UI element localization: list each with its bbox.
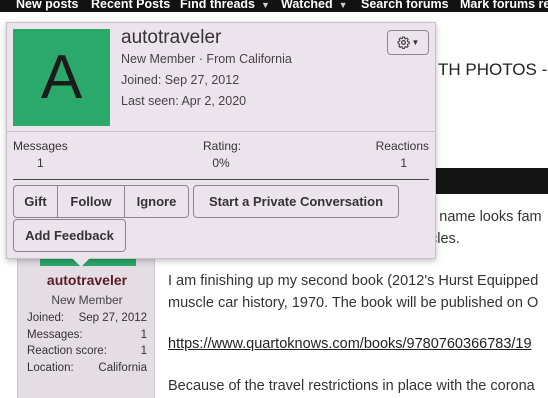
chevron-down-icon: ▼ bbox=[261, 0, 270, 10]
stat-value: California bbox=[98, 361, 147, 374]
ignore-button[interactable]: Ignore bbox=[124, 185, 189, 218]
nav-recent-posts[interactable]: Recent Posts bbox=[91, 0, 170, 12]
divider bbox=[7, 131, 435, 132]
nav-mark-forums-read[interactable]: Mark forums re bbox=[460, 0, 548, 12]
stat-row: Messages: 1 bbox=[27, 329, 147, 346]
start-private-conversation-button[interactable]: Start a Private Conversation bbox=[193, 185, 399, 218]
post-link[interactable]: https://www.quartoknows.com/books/978076… bbox=[168, 333, 532, 355]
add-feedback-button[interactable]: Add Feedback bbox=[13, 219, 126, 252]
stat-row: Joined: Sep 27, 2012 bbox=[27, 312, 147, 329]
user-options-button[interactable]: ▼ bbox=[387, 30, 429, 55]
post-line: Because of the travel restrictions in pl… bbox=[168, 378, 535, 394]
nav-search-forums[interactable]: Search forums bbox=[361, 0, 449, 12]
stat-value: Sep 27, 2012 bbox=[78, 312, 147, 324]
tooltip-joined: Joined: Sep 27, 2012 bbox=[121, 73, 240, 87]
messages-stat: Messages 1 bbox=[13, 139, 68, 170]
stat-label: Reaction score: bbox=[27, 345, 107, 357]
reactions-stat: Reactions 1 bbox=[367, 139, 429, 170]
thread-title: TH PHOTOS -- bbox=[438, 60, 548, 79]
nav-find-threads[interactable]: Find threads ▼ bbox=[180, 0, 270, 12]
nav-watched-label: Watched bbox=[281, 0, 333, 11]
gift-button[interactable]: Gift bbox=[13, 185, 58, 218]
nav-find-threads-label: Find threads bbox=[180, 0, 256, 11]
tooltip-arrow bbox=[72, 258, 90, 267]
sidebar-username[interactable]: autotraveler bbox=[18, 272, 156, 288]
post-user-sidebar: autotraveler New Member Joined: Sep 27, … bbox=[17, 258, 155, 398]
post-line: y name looks fam bbox=[428, 209, 542, 225]
reactions-value: 1 bbox=[400, 156, 407, 170]
tooltip-user-title: New Member · From California bbox=[121, 52, 292, 66]
chevron-down-icon: ▼ bbox=[411, 38, 420, 47]
rating-label: Rating: bbox=[203, 139, 242, 153]
nav-watched[interactable]: Watched ▼ bbox=[281, 0, 348, 12]
stat-value: 1 bbox=[140, 345, 147, 357]
avatar-letter: A bbox=[40, 42, 83, 112]
rating-stat: Rating: 0% bbox=[203, 139, 242, 170]
member-tooltip: A autotraveler New Member · From Califor… bbox=[6, 22, 436, 259]
divider bbox=[13, 179, 429, 180]
stat-row: Reaction score: 1 bbox=[27, 345, 147, 362]
follow-button[interactable]: Follow bbox=[57, 185, 125, 218]
nav-new-posts[interactable]: New posts bbox=[16, 0, 79, 12]
tooltip-last-seen: Last seen: Apr 2, 2020 bbox=[121, 94, 247, 108]
stat-value: 1 bbox=[140, 328, 147, 341]
chevron-down-icon: ▼ bbox=[338, 0, 348, 10]
messages-label: Messages bbox=[13, 139, 68, 153]
stat-label: Joined: bbox=[27, 312, 65, 324]
tooltip-username[interactable]: autotraveler bbox=[121, 27, 221, 49]
post-line: muscle car history, 1970. The book will … bbox=[168, 295, 539, 311]
rating-value: 0% bbox=[212, 156, 230, 170]
sidebar-stats: Joined: Sep 27, 2012 Messages: 1 Reactio… bbox=[27, 312, 147, 378]
avatar[interactable]: A bbox=[13, 29, 110, 126]
stat-label: Messages: bbox=[27, 328, 83, 341]
top-navigation: New posts Recent Posts Find threads ▼ Wat… bbox=[0, 0, 548, 12]
post-line: I am finishing up my second book (2012's… bbox=[168, 273, 539, 289]
sidebar-user-title: New Member bbox=[51, 293, 123, 307]
reactions-label: Reactions bbox=[375, 139, 429, 153]
stat-label: Location: bbox=[27, 361, 74, 374]
stat-row: Location: California bbox=[27, 362, 147, 379]
messages-value: 1 bbox=[37, 156, 44, 170]
gear-icon bbox=[397, 36, 410, 49]
